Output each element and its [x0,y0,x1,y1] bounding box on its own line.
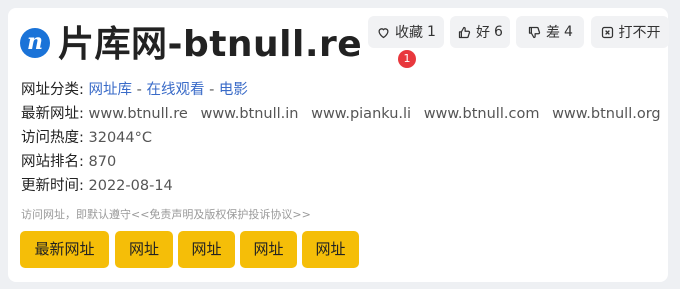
favorite-label: 收藏 [395,25,424,41]
url-button-1[interactable]: 网址 [115,231,173,268]
favorite-button[interactable]: 收藏 1 [368,16,444,48]
url-button-4[interactable]: 网址 [302,231,359,268]
updated-row: 更新时间: 2022-08-14 [21,174,669,198]
notification-badge: 1 [398,50,416,68]
latest-url-button[interactable]: 最新网址 [20,231,109,268]
rank-value: 870 [88,154,117,170]
dislike-button[interactable]: 差 4 [516,16,584,48]
updated-label: 更新时间: [21,178,84,194]
latest-url-row: 最新网址: www.btnull.re www.btnull.in www.pi… [21,102,669,126]
updated-value: 2022-08-14 [88,178,173,194]
dislike-count: 4 [564,24,573,40]
latest-url-3[interactable]: www.btnull.com [424,106,540,122]
url-button-2[interactable]: 网址 [178,231,235,268]
heart-icon [378,27,389,38]
category-row: 网址分类: 网址库 - 在线观看 - 电影 [21,78,669,102]
category-separator: - [136,82,142,98]
heat-value: 32044°C [88,130,153,146]
like-label: 好 [476,25,491,41]
report-broken-label: 打不开 [618,25,661,41]
site-title: 片库网-btnull.re [58,24,363,65]
latest-url-4[interactable]: www.btnull.org [552,106,661,122]
dislike-label: 差 [546,25,561,41]
category-separator: - [209,82,215,98]
disclaimer-notice[interactable]: 访问网址，即默认遵守<<免责声明及版权保护投诉协议>> [21,206,311,222]
latest-url-1[interactable]: www.btnull.in [200,106,298,122]
thumbs-up-icon [458,26,471,38]
site-logo-icon: n [20,28,50,58]
latest-url-0[interactable]: www.btnull.re [89,106,188,122]
thumbs-down-icon [528,26,541,38]
url-button-3[interactable]: 网址 [240,231,297,268]
category-link-0[interactable]: 网址库 [89,82,133,98]
category-label: 网址分类: [21,82,84,98]
favorite-count: 1 [427,24,436,40]
heat-row: 访问热度: 32044°C [21,126,669,150]
category-link-2[interactable]: 电影 [219,82,248,98]
like-count: 6 [494,24,503,40]
category-link-1[interactable]: 在线观看 [146,82,204,98]
like-button[interactable]: 好 6 [450,16,510,48]
site-card: n 片库网-btnull.re 收藏 1 好 6 差 4 打不开 1 网址分类:… [8,8,669,282]
site-info: 网址分类: 网址库 - 在线观看 - 电影 最新网址: www.btnull.r… [21,78,669,198]
rank-row: 网站排名: 870 [21,150,669,174]
heat-label: 访问热度: [21,130,84,146]
report-broken-button[interactable]: 打不开 [591,16,669,48]
rank-label: 网站排名: [21,154,84,170]
latest-url-label: 最新网址: [21,106,84,122]
latest-url-2[interactable]: www.pianku.li [311,106,411,122]
broken-link-icon [601,26,613,38]
